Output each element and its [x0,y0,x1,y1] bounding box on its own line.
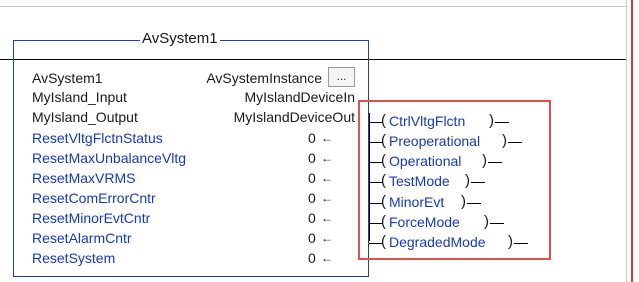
aoi-parameter-row[interactable]: AvSystem1 [32,70,103,86]
parameter-value[interactable]: 0 [308,230,316,246]
aoi-parameter-row[interactable]: MyIsland_Output [32,109,138,125]
input-arrow-icon: ← [321,131,333,145]
aoi-parameter-row[interactable]: ResetVltgFlctnStatus [32,130,163,146]
parameter-name: MyIsland_Input [32,89,127,105]
parameter-name: AvSystem1 [32,70,103,86]
parameter-name: ResetAlarmCntr [32,230,132,246]
parameter-value[interactable]: MyIslandDeviceIn [245,89,356,105]
parameter-value[interactable]: AvSystemInstance [206,70,322,86]
parameter-name: ResetSystem [32,250,116,266]
input-arrow-icon: ← [321,231,333,245]
input-arrow-icon: ← [321,211,333,225]
parameter-value[interactable]: 0 [308,150,316,166]
parameter-name: ResetComErrorCntr [32,190,156,206]
ladder-logic-canvas: AvSystem1 AvSystem1 AvSystemInstance MyIsl… [0,0,639,282]
parameter-value[interactable]: 0 [308,210,316,226]
aoi-parameter-row[interactable]: MyIsland_Input [32,89,127,105]
parameter-value[interactable]: 0 [308,170,316,186]
parameter-name: MyIsland_Output [32,109,138,125]
parameter-name: ResetMaxUnbalanceVltg [32,150,187,166]
input-arrow-icon: ← [321,191,333,205]
parameter-name: ResetMaxVRMS [32,170,136,186]
aoi-parameter-row[interactable]: ResetAlarmCntr [32,230,132,246]
aoi-parameter-row[interactable]: ResetComErrorCntr [32,190,156,206]
input-arrow-icon: ← [321,251,333,265]
parameter-name: ResetMinorEvtCntr [32,210,151,226]
parameter-value[interactable]: 0 [308,190,316,206]
instance-browse-button[interactable]: ... [328,67,355,87]
aoi-title: AvSystem1 [140,30,220,47]
aoi-parameter-row[interactable]: ResetMaxUnbalanceVltg [32,150,186,166]
input-arrow-icon: ← [321,171,333,185]
rung-separator-top [0,6,626,7]
right-power-rail [626,0,627,282]
highlight-annotation-box [358,100,551,260]
parameter-name: ResetVltgFlctnStatus [32,130,163,146]
aoi-parameter-row[interactable]: ResetSystem [32,250,115,266]
right-edge-marker [631,0,633,282]
aoi-parameter-row[interactable]: ResetMaxVRMS [32,170,135,186]
parameter-value[interactable]: 0 [308,250,316,266]
parameter-value[interactable]: MyIslandDeviceOut [234,109,355,125]
parameter-value[interactable]: 0 [308,130,316,146]
input-arrow-icon: ← [321,151,333,165]
aoi-parameter-row[interactable]: ResetMinorEvtCntr [32,210,150,226]
